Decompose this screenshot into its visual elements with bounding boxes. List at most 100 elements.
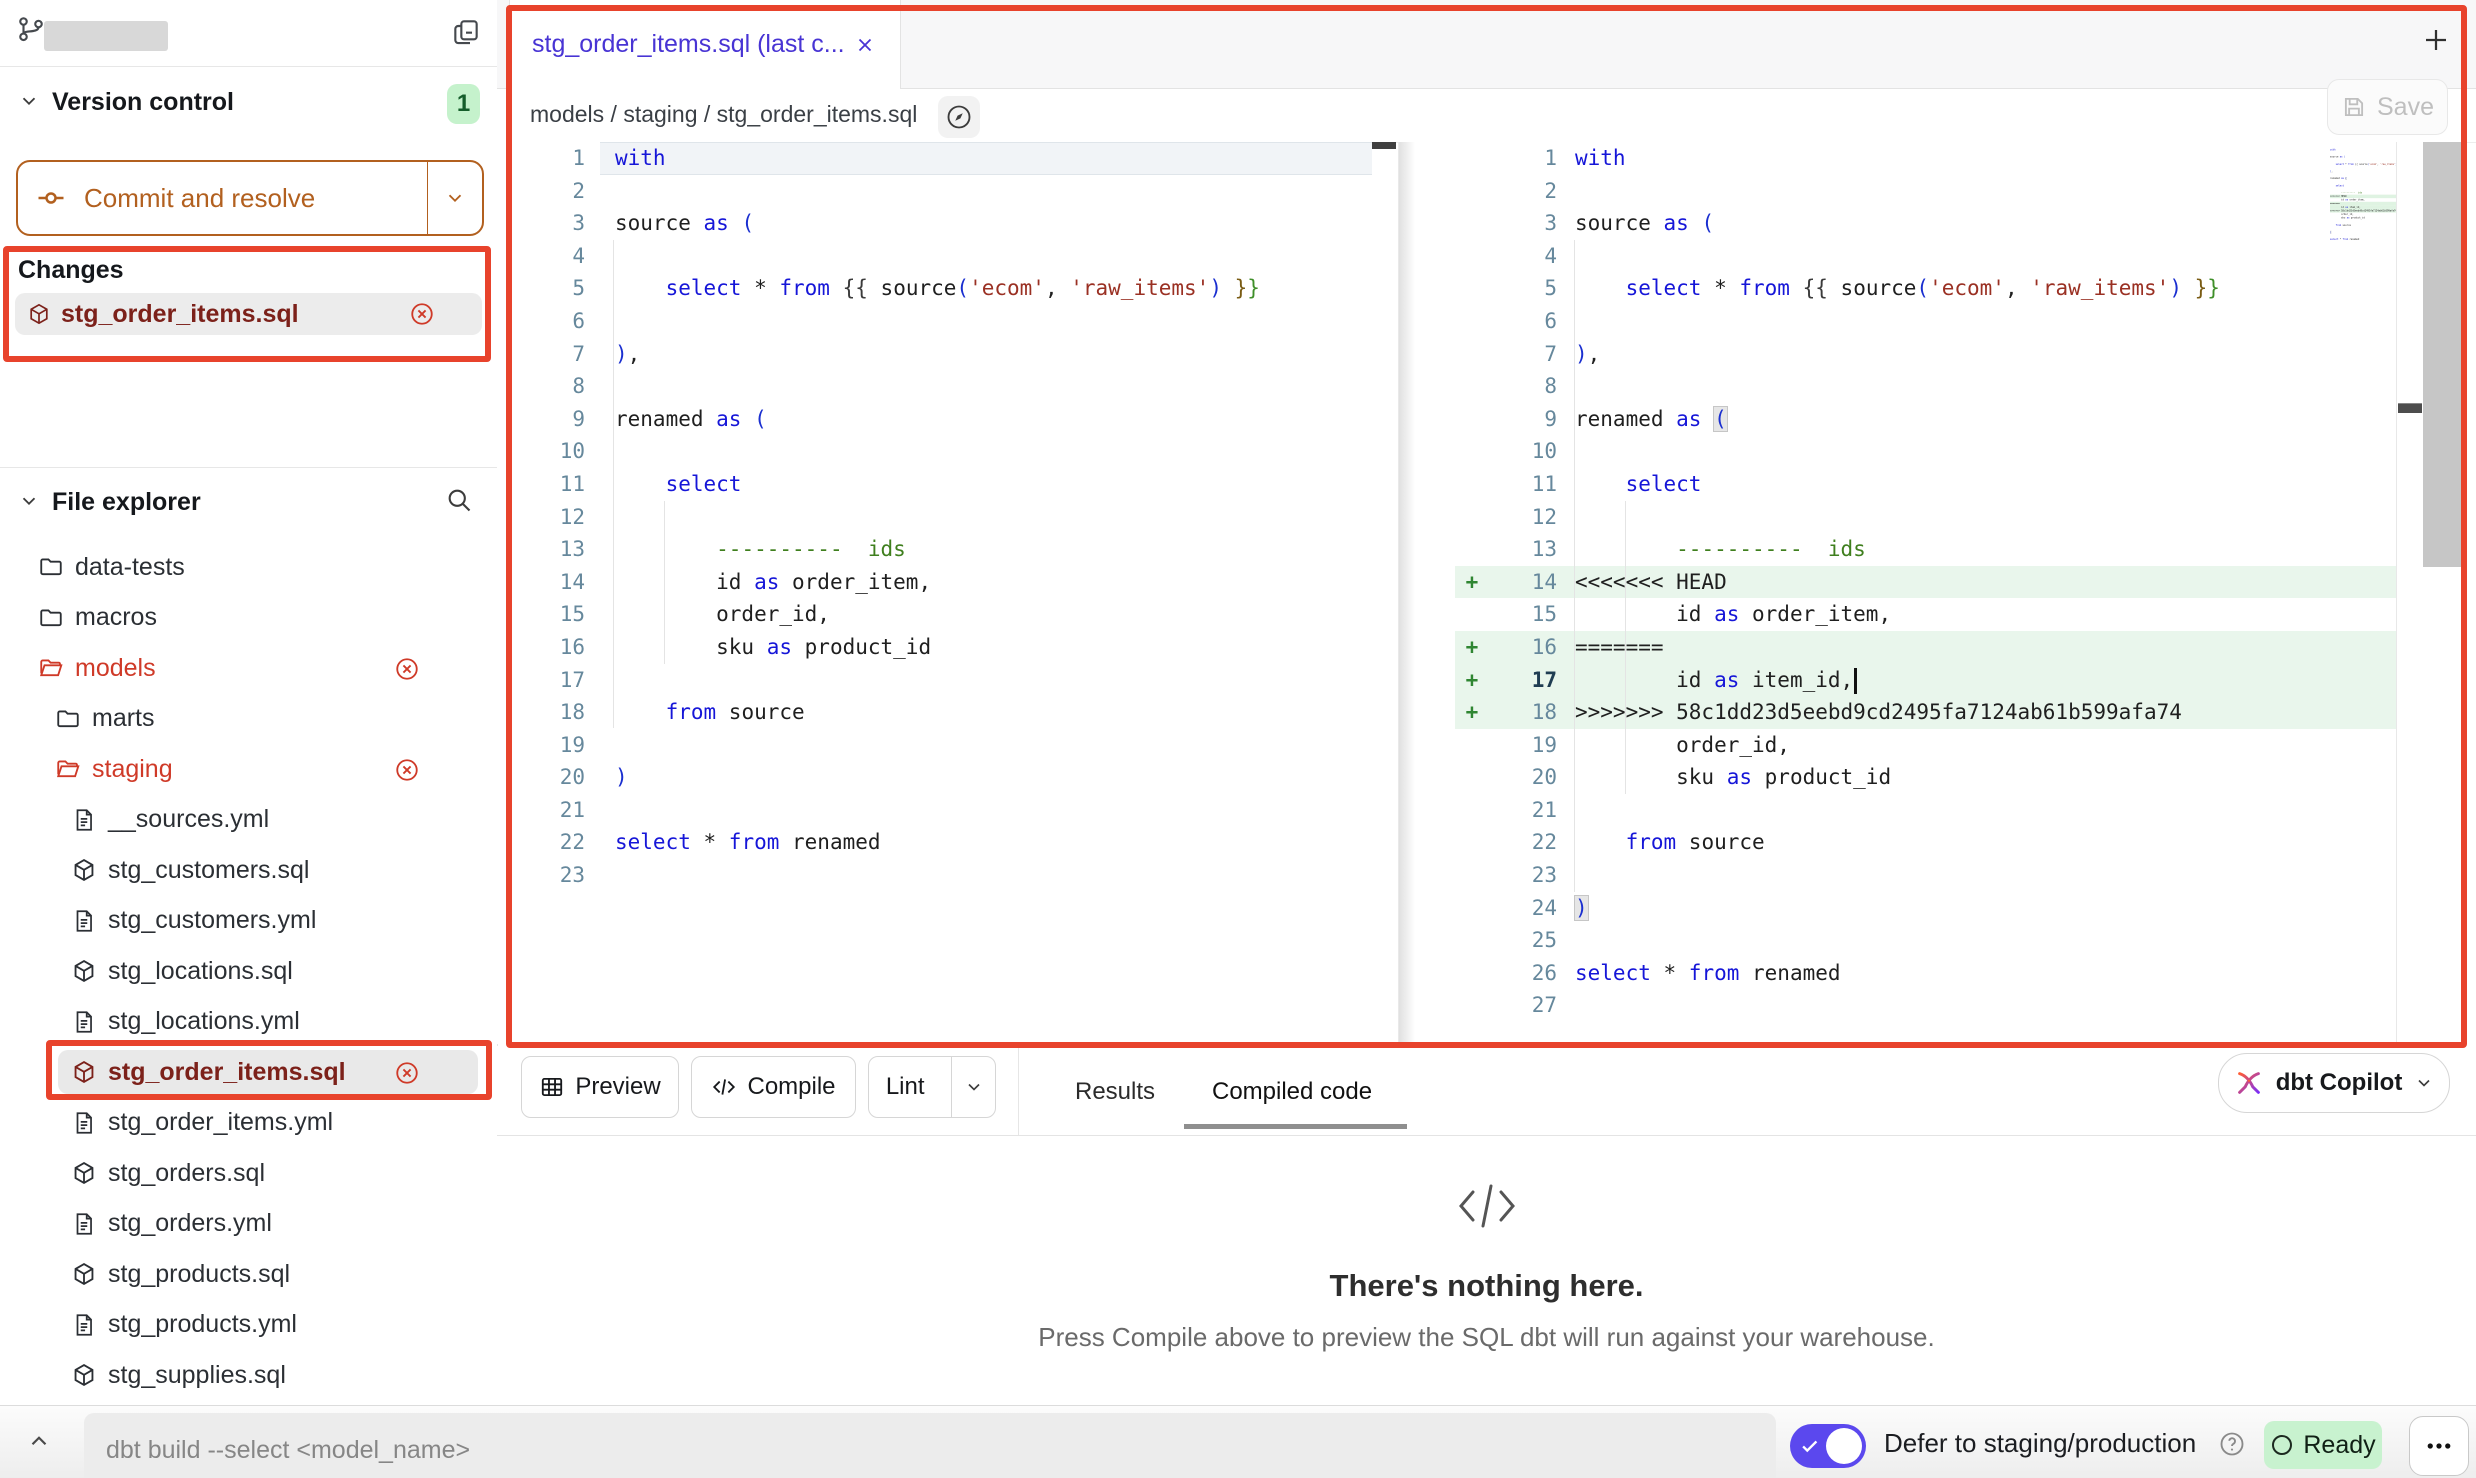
tree-item-label: stg_supplies.sql <box>108 1361 286 1390</box>
code-line-8: 8 <box>1455 370 2396 403</box>
code-line-2: 2 <box>1455 175 2396 208</box>
tree-item-staging[interactable]: staging <box>0 744 497 794</box>
copy-icon[interactable] <box>450 16 482 48</box>
explorer-compass-button[interactable] <box>938 96 980 138</box>
folder-icon <box>38 554 64 580</box>
empty-state-subtitle: Press Compile above to preview the SQL d… <box>497 1322 2476 1353</box>
tab-label: stg_order_items.sql (last c... <box>532 30 845 59</box>
dbt-copilot-button[interactable]: dbt Copilot <box>2218 1053 2450 1113</box>
tree-item-data-tests[interactable]: data-tests <box>0 542 497 592</box>
help-icon[interactable] <box>2218 1430 2246 1458</box>
discard-change-icon[interactable] <box>409 301 435 327</box>
check-icon <box>1799 1435 1821 1457</box>
right-pane-scrollbar-thumb[interactable] <box>2398 403 2422 413</box>
chevron-up-icon[interactable] <box>26 1428 52 1454</box>
status-circle-icon <box>2270 1433 2294 1457</box>
tree-item-models[interactable]: models <box>0 643 497 693</box>
preview-button[interactable]: Preview <box>521 1056 679 1118</box>
chevron-down-icon <box>2414 1073 2434 1093</box>
code-line-16: 16 sku as product_id <box>497 631 1372 664</box>
commit-and-resolve-button[interactable]: Commit and resolve <box>16 160 484 236</box>
tree-item-stg_locations.yml[interactable]: stg_locations.yml <box>0 997 497 1047</box>
tree-item-label: macros <box>75 603 157 632</box>
code-line-23: 23 <box>1455 859 2396 892</box>
chevron-down-icon[interactable] <box>18 490 40 512</box>
new-tab-plus-icon[interactable] <box>2421 25 2451 55</box>
command-input[interactable]: dbt build --select <model_name> <box>84 1413 1776 1478</box>
code-line-9: 9renamed as ( <box>497 403 1372 436</box>
tree-item-stg_customers.yml[interactable]: stg_customers.yml <box>0 896 497 946</box>
tree-item-stg_orders.sql[interactable]: stg_orders.sql <box>0 1148 497 1198</box>
code-line-14: 14 id as order_item, <box>497 566 1372 599</box>
tree-item-__sources.yml[interactable]: __sources.yml <box>0 795 497 845</box>
tree-item-stg_customers.sql[interactable]: stg_customers.sql <box>0 845 497 895</box>
folder-open-icon <box>55 756 81 782</box>
tree-item-label: stg_order_items.yml <box>108 1108 333 1137</box>
lint-label[interactable]: Lint <box>869 1057 941 1117</box>
minimap[interactable]: withsource as ( select * from {{ source(… <box>2330 148 2396 358</box>
table-icon <box>539 1074 565 1100</box>
conflict-x-icon[interactable] <box>394 1060 420 1086</box>
conflict-x-icon[interactable] <box>394 757 420 783</box>
compile-label: Compile <box>747 1073 835 1101</box>
code-line-12: 12 <box>497 501 1372 534</box>
tree-item-stg_locations.sql[interactable]: stg_locations.sql <box>0 946 497 996</box>
conflict-x-icon[interactable] <box>394 656 420 682</box>
status-badge[interactable]: Ready <box>2264 1421 2382 1469</box>
file-icon <box>71 807 97 833</box>
pane-divider <box>1398 142 1456 1044</box>
close-icon[interactable] <box>853 33 877 57</box>
lint-dropdown-button[interactable] <box>951 1057 995 1117</box>
changed-file-item[interactable]: stg_order_items.sql <box>15 293 482 335</box>
commit-dropdown-button[interactable] <box>427 162 482 234</box>
git-branch-icon <box>16 14 46 44</box>
right-pane-scrollbar-track[interactable] <box>2396 142 2424 1044</box>
tree-item-macros[interactable]: macros <box>0 593 497 643</box>
code-line-13: 13 ---------- ids <box>497 533 1372 566</box>
code-empty-icon <box>1455 1178 1519 1234</box>
tree-item-stg_products.yml[interactable]: stg_products.yml <box>0 1300 497 1350</box>
left-pane-scrollbar[interactable] <box>1372 142 1396 149</box>
code-pane-left[interactable]: 1with23source as (45 select * from {{ so… <box>497 142 1372 1044</box>
model-cube-icon <box>71 958 97 984</box>
save-button[interactable]: Save <box>2327 79 2448 135</box>
tree-item-stg_order_items.sql[interactable]: stg_order_items.sql <box>0 1047 497 1097</box>
version-control-header[interactable]: Version control <box>52 88 234 117</box>
tree-item-stg_order_items.yml[interactable]: stg_order_items.yml <box>0 1098 497 1148</box>
page-scrollbar[interactable] <box>2423 142 2463 567</box>
tab-stg-order-items[interactable]: stg_order_items.sql (last c... <box>509 0 901 89</box>
compile-button[interactable]: Compile <box>691 1056 856 1118</box>
code-line-7: 7), <box>1455 338 2396 371</box>
copilot-label: dbt Copilot <box>2276 1069 2403 1097</box>
tab-results[interactable]: Results <box>1075 1078 1155 1106</box>
tree-item-label: stg_orders.sql <box>108 1159 265 1188</box>
code-line-20: 20 sku as product_id <box>1455 761 2396 794</box>
tab-compiled-code[interactable]: Compiled code <box>1212 1078 1372 1106</box>
tree-item-stg_supplies.sql[interactable]: stg_supplies.sql <box>0 1350 497 1400</box>
code-line-12: 12 <box>1455 501 2396 534</box>
file-explorer-header[interactable]: File explorer <box>52 488 201 517</box>
tree-item-stg_products.sql[interactable]: stg_products.sql <box>0 1249 497 1299</box>
more-options-button[interactable] <box>2409 1416 2469 1476</box>
tree-item-stg_orders.yml[interactable]: stg_orders.yml <box>0 1199 497 1249</box>
chevron-down-icon[interactable] <box>18 90 40 112</box>
lint-button[interactable]: Lint <box>868 1056 996 1118</box>
tree-item-label: marts <box>92 704 155 733</box>
empty-state-title: There's nothing here. <box>497 1268 2476 1304</box>
model-cube-icon <box>71 857 97 883</box>
preview-label: Preview <box>575 1073 660 1101</box>
breadcrumb[interactable]: models / staging / stg_order_items.sql <box>530 101 917 128</box>
search-icon[interactable] <box>445 486 473 514</box>
code-line-25: 25 <box>1455 924 2396 957</box>
code-line-22: 22select * from renamed <box>497 826 1372 859</box>
changes-header: Changes <box>18 256 124 285</box>
defer-toggle[interactable] <box>1790 1424 1866 1468</box>
tree-item-marts[interactable]: marts <box>0 694 497 744</box>
code-line-15: 15 order_id, <box>497 598 1372 631</box>
conflict-x-icon <box>394 656 420 682</box>
code-pane-right[interactable]: 1with23source as (45 select * from {{ so… <box>1455 142 2396 1044</box>
tree-item-label: stg_order_items.sql <box>108 1058 346 1087</box>
model-cube-icon <box>71 1362 97 1388</box>
code-line-21: 21 <box>1455 794 2396 827</box>
sidebar: Version control 1 Commit and resolve Cha… <box>0 0 498 1405</box>
